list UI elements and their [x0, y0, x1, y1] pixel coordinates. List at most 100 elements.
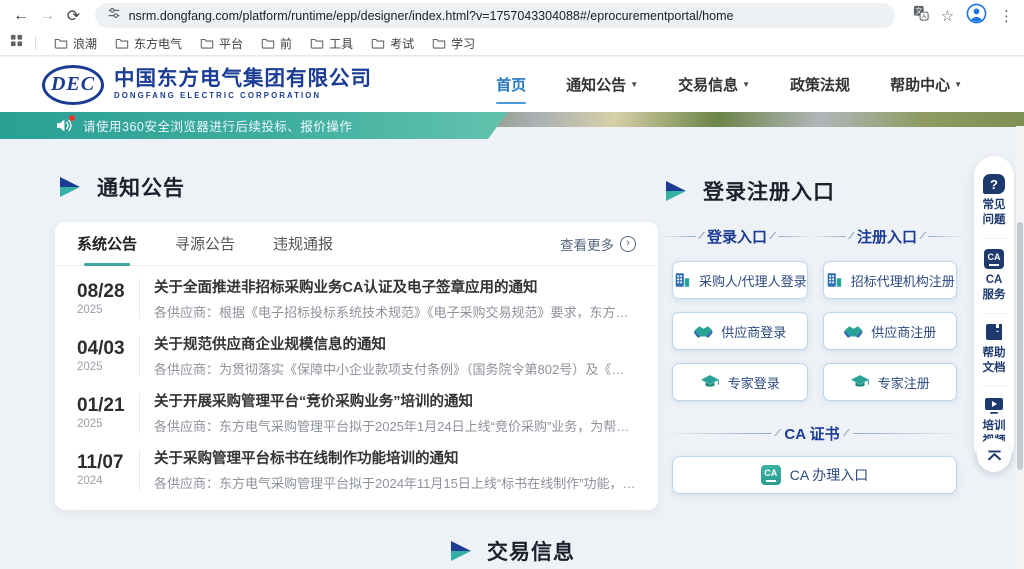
faq-shortcut[interactable]: 常见问题	[981, 168, 1007, 238]
apps-grid-icon[interactable]	[10, 34, 23, 52]
browser-reload-button[interactable]: ⟳	[62, 4, 84, 28]
nav-notices[interactable]: 通知公告▼	[566, 74, 638, 95]
chevron-up-to-line-icon	[987, 450, 1002, 461]
bookmarks-divider	[35, 36, 36, 50]
graduation-cap-icon	[850, 374, 870, 390]
notice-summary: 各供应商：为贯彻落实《保障中小企业款项支付条例》（国务院令第802号）及《中小企…	[154, 359, 636, 378]
bidding-agency-register-button[interactable]: 招标代理机构注册	[823, 261, 957, 299]
divider	[139, 393, 140, 433]
divider	[139, 336, 140, 376]
notice-row[interactable]: 04/032025 关于规范供应商企业规模信息的通知各供应商：为贯彻落实《保障中…	[55, 327, 658, 384]
main-nav: 首页 通知公告▼ 交易信息▼ 政策法规 帮助中心▼	[496, 74, 962, 95]
login-section-heading: 登录注册入口	[664, 176, 962, 206]
announcement-text: 请使用360安全浏览器进行后续投标、报价操作	[83, 116, 352, 135]
notice-title: 关于开展采购管理平台“竞价采购业务”培训的通知	[154, 390, 636, 411]
nav-help-center[interactable]: 帮助中心▼	[890, 74, 962, 95]
bookmark-folder[interactable]: 考试	[365, 33, 420, 54]
graduation-cap-icon	[700, 374, 720, 390]
divider	[139, 279, 140, 319]
browser-chrome: ← → ⟳ nsrm.dongfang.com/platform/runtime…	[0, 0, 1024, 56]
browser-menu-icon[interactable]: ⋮	[999, 7, 1014, 25]
notice-title: 关于采购管理平台标书在线制作功能培训的通知	[154, 447, 636, 468]
section-arrow-icon	[664, 180, 688, 202]
section-arrow-icon	[449, 540, 473, 562]
company-name-en: DONGFANG ELECTRIC CORPORATION	[114, 92, 372, 101]
announcement-marquee: 请使用360安全浏览器进行后续投标、报价操作	[0, 112, 508, 139]
notices-tab-bar: 系统公告 寻源公告 违规通报 查看更多 ›	[55, 222, 658, 266]
login-group-label: ⁄⁄ 登录入口 ⁄⁄	[662, 226, 812, 247]
company-logo[interactable]: DEC 中国东方电气集团有限公司 DONGFANG ELECTRIC CORPO…	[42, 65, 372, 105]
buyer-agent-login-button[interactable]: 采购人/代理人登录	[672, 261, 808, 299]
building-icon	[673, 271, 691, 289]
address-bar[interactable]: nsrm.dongfang.com/platform/runtime/epp/d…	[95, 3, 895, 28]
section-arrow-icon	[58, 176, 82, 198]
notices-section-heading: 通知公告	[58, 172, 185, 202]
notices-card: 系统公告 寻源公告 违规通报 查看更多 › 08/282025 关于全面推进非招…	[55, 222, 658, 510]
trade-info-section-heading: 交易信息	[0, 536, 1024, 566]
register-group-label: ⁄⁄ 注册入口 ⁄⁄	[812, 226, 962, 247]
expert-login-button[interactable]: 专家登录	[672, 363, 808, 401]
page-scrollbar[interactable]	[1016, 126, 1024, 569]
company-name-cn: 中国东方电气集团有限公司	[114, 68, 372, 91]
supplier-login-button[interactable]: 供应商登录	[672, 312, 808, 350]
browser-forward-button[interactable]: →	[36, 4, 58, 28]
notice-title: 关于全面推进非招标采购业务CA认证及电子签章应用的通知	[154, 276, 636, 297]
bookmark-folder[interactable]: 工具	[304, 33, 359, 54]
chevron-down-icon: ▼	[742, 80, 750, 89]
ca-group-label: ⁄⁄ CA 证书 ⁄⁄	[662, 423, 962, 444]
ca-badge-icon	[761, 465, 781, 485]
tab-system-notices[interactable]: 系统公告	[77, 221, 137, 266]
notification-dot	[69, 115, 75, 121]
chevron-down-icon: ▼	[954, 80, 962, 89]
tab-sourcing-notices[interactable]: 寻源公告	[175, 221, 235, 266]
notice-title: 关于规范供应商企业规模信息的通知	[154, 333, 636, 354]
bookmark-folder[interactable]: 东方电气	[109, 33, 188, 54]
bookmarks-bar: 浪潮 东方电气 平台 前 工具 考试 学习	[0, 31, 1024, 55]
nav-policies[interactable]: 政策法规	[790, 74, 850, 95]
help-doc-icon	[984, 324, 1004, 342]
site-header: DEC 中国东方电气集团有限公司 DONGFANG ELECTRIC CORPO…	[0, 57, 1024, 112]
translate-icon[interactable]: 文A	[913, 5, 929, 26]
tab-violation-reports[interactable]: 违规通报	[273, 221, 333, 266]
circle-arrow-right-icon: ›	[620, 236, 636, 252]
dec-logo-oval: DEC	[42, 65, 104, 105]
notice-row[interactable]: 01/212025 关于开展采购管理平台“竞价采购业务”培训的通知各供应商：东方…	[55, 384, 658, 441]
nav-home[interactable]: 首页	[496, 74, 526, 95]
bookmark-folder[interactable]: 浪潮	[48, 33, 103, 54]
training-video-icon	[984, 397, 1004, 415]
site-settings-icon[interactable]	[107, 6, 121, 25]
supplier-register-button[interactable]: 供应商注册	[823, 312, 957, 350]
back-to-top-button[interactable]	[977, 438, 1011, 472]
url-text: nsrm.dongfang.com/platform/runtime/epp/d…	[129, 9, 734, 23]
help-docs-shortcut[interactable]: 帮助文档	[981, 313, 1007, 386]
profile-avatar-icon[interactable]	[966, 3, 987, 29]
divider	[139, 450, 140, 490]
login-register-panel: 登录注册入口 ⁄⁄ 登录入口 ⁄⁄ ⁄⁄ 注册入口 ⁄⁄ 采购人/代理人登录 招…	[662, 176, 962, 494]
notice-summary: 各供应商：根据《电子招标投标系统技术规范》《电子采购交易规范》要求，东方电气采购…	[154, 302, 636, 321]
section-title: 交易信息	[487, 536, 575, 566]
chevron-down-icon: ▼	[630, 80, 638, 89]
ca-apply-button[interactable]: CA 办理入口	[672, 456, 957, 494]
handshake-icon	[843, 324, 863, 339]
notice-row[interactable]: 11/072024 关于采购管理平台标书在线制作功能培训的通知各供应商：东方电气…	[55, 441, 658, 498]
building-icon	[825, 271, 843, 289]
ca-badge-icon	[984, 249, 1004, 269]
browser-back-button[interactable]: ←	[10, 4, 32, 28]
ca-service-shortcut[interactable]: CA服务	[981, 238, 1007, 313]
bookmark-folder[interactable]: 平台	[194, 33, 249, 54]
bookmark-folder[interactable]: 前	[255, 33, 298, 54]
bookmark-folder[interactable]: 学习	[426, 33, 481, 54]
notice-row[interactable]: 08/282025 关于全面推进非招标采购业务CA认证及电子签章应用的通知各供应…	[55, 270, 658, 327]
section-title: 登录注册入口	[703, 176, 835, 206]
bookmark-star-icon[interactable]: ☆	[941, 7, 954, 25]
expert-register-button[interactable]: 专家注册	[823, 363, 957, 401]
view-more-link[interactable]: 查看更多 ›	[560, 234, 636, 254]
notice-summary: 各供应商：东方电气采购管理平台拟于2024年11月15日上线“标书在线制作”功能…	[154, 473, 636, 492]
notice-summary: 各供应商：东方电气采购管理平台拟于2025年1月24日上线“竞价采购”业务，为帮…	[154, 416, 636, 435]
handshake-icon	[693, 324, 713, 339]
quick-access-rail: 常见问题 CA服务 帮助文档 培训视频	[974, 156, 1014, 465]
section-title: 通知公告	[97, 172, 185, 202]
scrollbar-thumb[interactable]	[1017, 222, 1023, 470]
question-icon	[983, 174, 1005, 194]
nav-trade-info[interactable]: 交易信息▼	[678, 74, 750, 95]
